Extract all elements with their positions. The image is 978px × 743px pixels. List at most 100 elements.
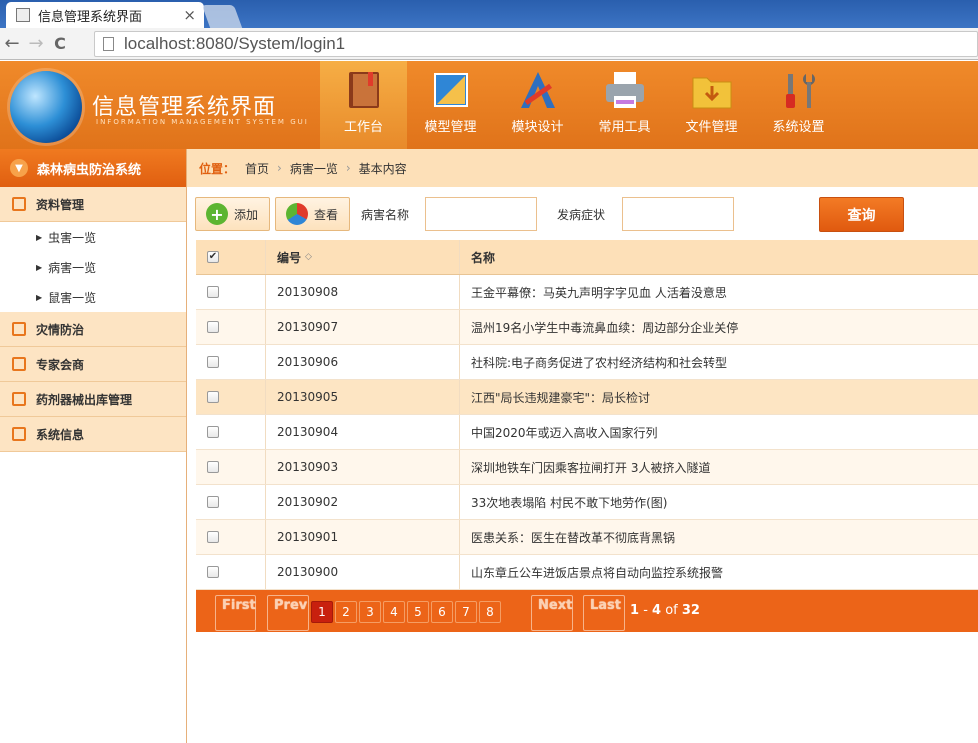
add-button[interactable]: + 添加 (195, 197, 270, 231)
range-total: 32 (681, 603, 700, 618)
row-checkbox[interactable] (207, 496, 219, 508)
nav-model-management[interactable]: 模型管理 (407, 61, 494, 149)
table-row[interactable]: 20130901 医患关系：医生在替改革不彻底背黑锅 (196, 520, 978, 555)
row-checkbox[interactable] (207, 566, 219, 578)
column-header-id[interactable]: 编号 ◇ (266, 240, 460, 274)
last-page-button[interactable]: Last (583, 595, 625, 631)
range-of: of (665, 603, 678, 618)
table-row[interactable]: 20130903 深圳地铁车门因乘客拉闸打开 3人被挤入隧道 (196, 450, 978, 485)
page-number-button[interactable]: 5 (407, 601, 429, 623)
row-name[interactable]: 温州19名小学生中毒流鼻血续：周边部分企业关停 (460, 319, 978, 336)
table-row[interactable]: 20130905 江西"局长违规建豪宅"：局长检讨 (196, 380, 978, 415)
sidebar-header[interactable]: ▼ 森林病虫防治系统 (0, 149, 186, 187)
globe-logo-icon (10, 71, 82, 143)
table-row[interactable]: 20130900 山东章丘公车进饭店景点将自动向监控系统报警 (196, 555, 978, 590)
table-row[interactable]: 20130902 33次地表塌陷 村民不敢下地劳作(图) (196, 485, 978, 520)
row-name[interactable]: 社科院:电子商务促进了农村经济结构和社会转型 (460, 354, 978, 371)
row-name[interactable]: 王金平幕僚：马英九声明字字见血 人活着没意思 (460, 284, 978, 301)
url-input[interactable]: localhost:8080/System/login1 (94, 31, 978, 57)
row-id: 20130907 (266, 310, 460, 344)
nav-label: 系统设置 (772, 120, 825, 135)
range-start: 1 (630, 603, 640, 618)
reload-icon[interactable]: C (48, 34, 72, 53)
add-button-label: 添加 (234, 207, 259, 222)
page-number-button[interactable]: 6 (431, 601, 453, 623)
row-checkbox[interactable] (207, 356, 219, 368)
logo-subtitle: INFORMATION MANAGEMENT SYSTEM GUI (96, 118, 309, 126)
row-checkbox-cell (196, 450, 266, 484)
triangle-right-icon: ▶ (36, 262, 43, 272)
column-header-id-label: 编号 (277, 250, 302, 265)
column-header-name: 名称 (471, 250, 496, 265)
row-checkbox[interactable] (207, 531, 219, 543)
table-row[interactable]: 20130907 温州19名小学生中毒流鼻血续：周边部分企业关停 (196, 310, 978, 345)
row-checkbox[interactable] (207, 286, 219, 298)
nav-label: 工作台 (343, 120, 383, 135)
row-checkbox-cell (196, 275, 266, 309)
row-checkbox[interactable] (207, 391, 219, 403)
symptom-input[interactable] (622, 197, 734, 231)
select-all-checkbox[interactable]: ✔ (207, 251, 219, 263)
nav-workbench[interactable]: 工作台 (320, 61, 407, 149)
page-number-button[interactable]: 7 (455, 601, 477, 623)
breadcrumb-home[interactable]: 首页 (245, 160, 269, 177)
first-page-button[interactable]: First (215, 595, 256, 631)
page-number-button[interactable]: 8 (479, 601, 501, 623)
browser-tab-bar: 信息管理系统界面 × (0, 0, 978, 28)
sidebar-group-disaster-prevention[interactable]: 灾情防治 (0, 312, 186, 347)
browser-tab[interactable]: 信息管理系统界面 × (6, 2, 204, 28)
row-name[interactable]: 山东章丘公车进饭店景点将自动向监控系统报警 (460, 564, 978, 581)
row-name[interactable]: 33次地表塌陷 村民不敢下地劳作(图) (460, 494, 978, 511)
prev-page-button[interactable]: Prev (267, 595, 309, 631)
nav-file-management[interactable]: 文件管理 (668, 61, 755, 149)
nav-label: 模型管理 (424, 120, 477, 135)
sidebar: ▼ 森林病虫防治系统 资料管理 ▶ 虫害一览 ▶ 病害一览 ▶ 鼠害一览 灾情防… (0, 149, 187, 743)
sidebar-item-diseases[interactable]: ▶ 病害一览 (0, 252, 186, 282)
sidebar-group-label: 资料管理 (36, 197, 85, 212)
view-button[interactable]: 查看 (275, 197, 350, 231)
sidebar-item-label: 虫害一览 (48, 230, 97, 245)
disease-name-input[interactable] (425, 197, 537, 231)
forward-arrow-icon[interactable]: → (24, 33, 48, 54)
row-id: 20130903 (266, 450, 460, 484)
row-name[interactable]: 医患关系：医生在替改革不彻底背黑锅 (460, 529, 978, 546)
next-page-button[interactable]: Next (531, 595, 573, 631)
sidebar-group-expert-consultation[interactable]: 专家会商 (0, 347, 186, 382)
breadcrumb-disease-list[interactable]: 病害一览 (290, 160, 338, 177)
sidebar-group-pesticide-outbound[interactable]: 药剂器械出库管理 (0, 382, 186, 417)
query-button[interactable]: 查询 (819, 197, 904, 232)
row-name[interactable]: 江西"局长违规建豪宅"：局长检讨 (460, 389, 978, 406)
tab-close-icon[interactable]: × (183, 6, 196, 24)
row-checkbox[interactable] (207, 321, 219, 333)
table-row[interactable]: 20130908 王金平幕僚：马英九声明字字见血 人活着没意思 (196, 275, 978, 310)
row-name[interactable]: 深圳地铁车门因乘客拉闸打开 3人被挤入隧道 (460, 459, 978, 476)
page-number-button[interactable]: 4 (383, 601, 405, 623)
sidebar-item-rodents[interactable]: ▶ 鼠害一览 (0, 282, 186, 312)
table-row[interactable]: 20130906 社科院:电子商务促进了农村经济结构和社会转型 (196, 345, 978, 380)
row-checkbox[interactable] (207, 461, 219, 473)
back-arrow-icon[interactable]: ← (0, 33, 24, 54)
row-name[interactable]: 中国2020年或迈入高收入国家行列 (460, 424, 978, 441)
sidebar-group-data-management[interactable]: 资料管理 (0, 187, 186, 222)
page-number-button[interactable]: 2 (335, 601, 357, 623)
page-number-button[interactable]: 3 (359, 601, 381, 623)
sort-icon[interactable]: ◇ (305, 252, 312, 262)
address-bar: ← → C localhost:8080/System/login1 (0, 28, 978, 60)
row-id: 20130900 (266, 555, 460, 589)
table-header-row: ✔ 编号 ◇ 名称 (196, 240, 978, 275)
row-checkbox[interactable] (207, 426, 219, 438)
nav-common-tools[interactable]: 常用工具 (581, 61, 668, 149)
row-id: 20130905 (266, 380, 460, 414)
sidebar-item-label: 鼠害一览 (48, 290, 97, 305)
table-row[interactable]: 20130904 中国2020年或迈入高收入国家行列 (196, 415, 978, 450)
sidebar-group-system-info[interactable]: 系统信息 (0, 417, 186, 452)
page-number-button[interactable]: 1 (311, 601, 333, 623)
new-tab-button[interactable] (201, 5, 243, 28)
favicon-icon (16, 8, 30, 22)
sidebar-group-label: 药剂器械出库管理 (36, 392, 133, 407)
sidebar-item-insect-pests[interactable]: ▶ 虫害一览 (0, 222, 186, 252)
nav-system-settings[interactable]: 系统设置 (755, 61, 842, 149)
nav-module-design[interactable]: 模块设计 (494, 61, 581, 149)
sidebar-title: 森林病虫防治系统 (37, 162, 142, 178)
row-id: 20130908 (266, 275, 460, 309)
